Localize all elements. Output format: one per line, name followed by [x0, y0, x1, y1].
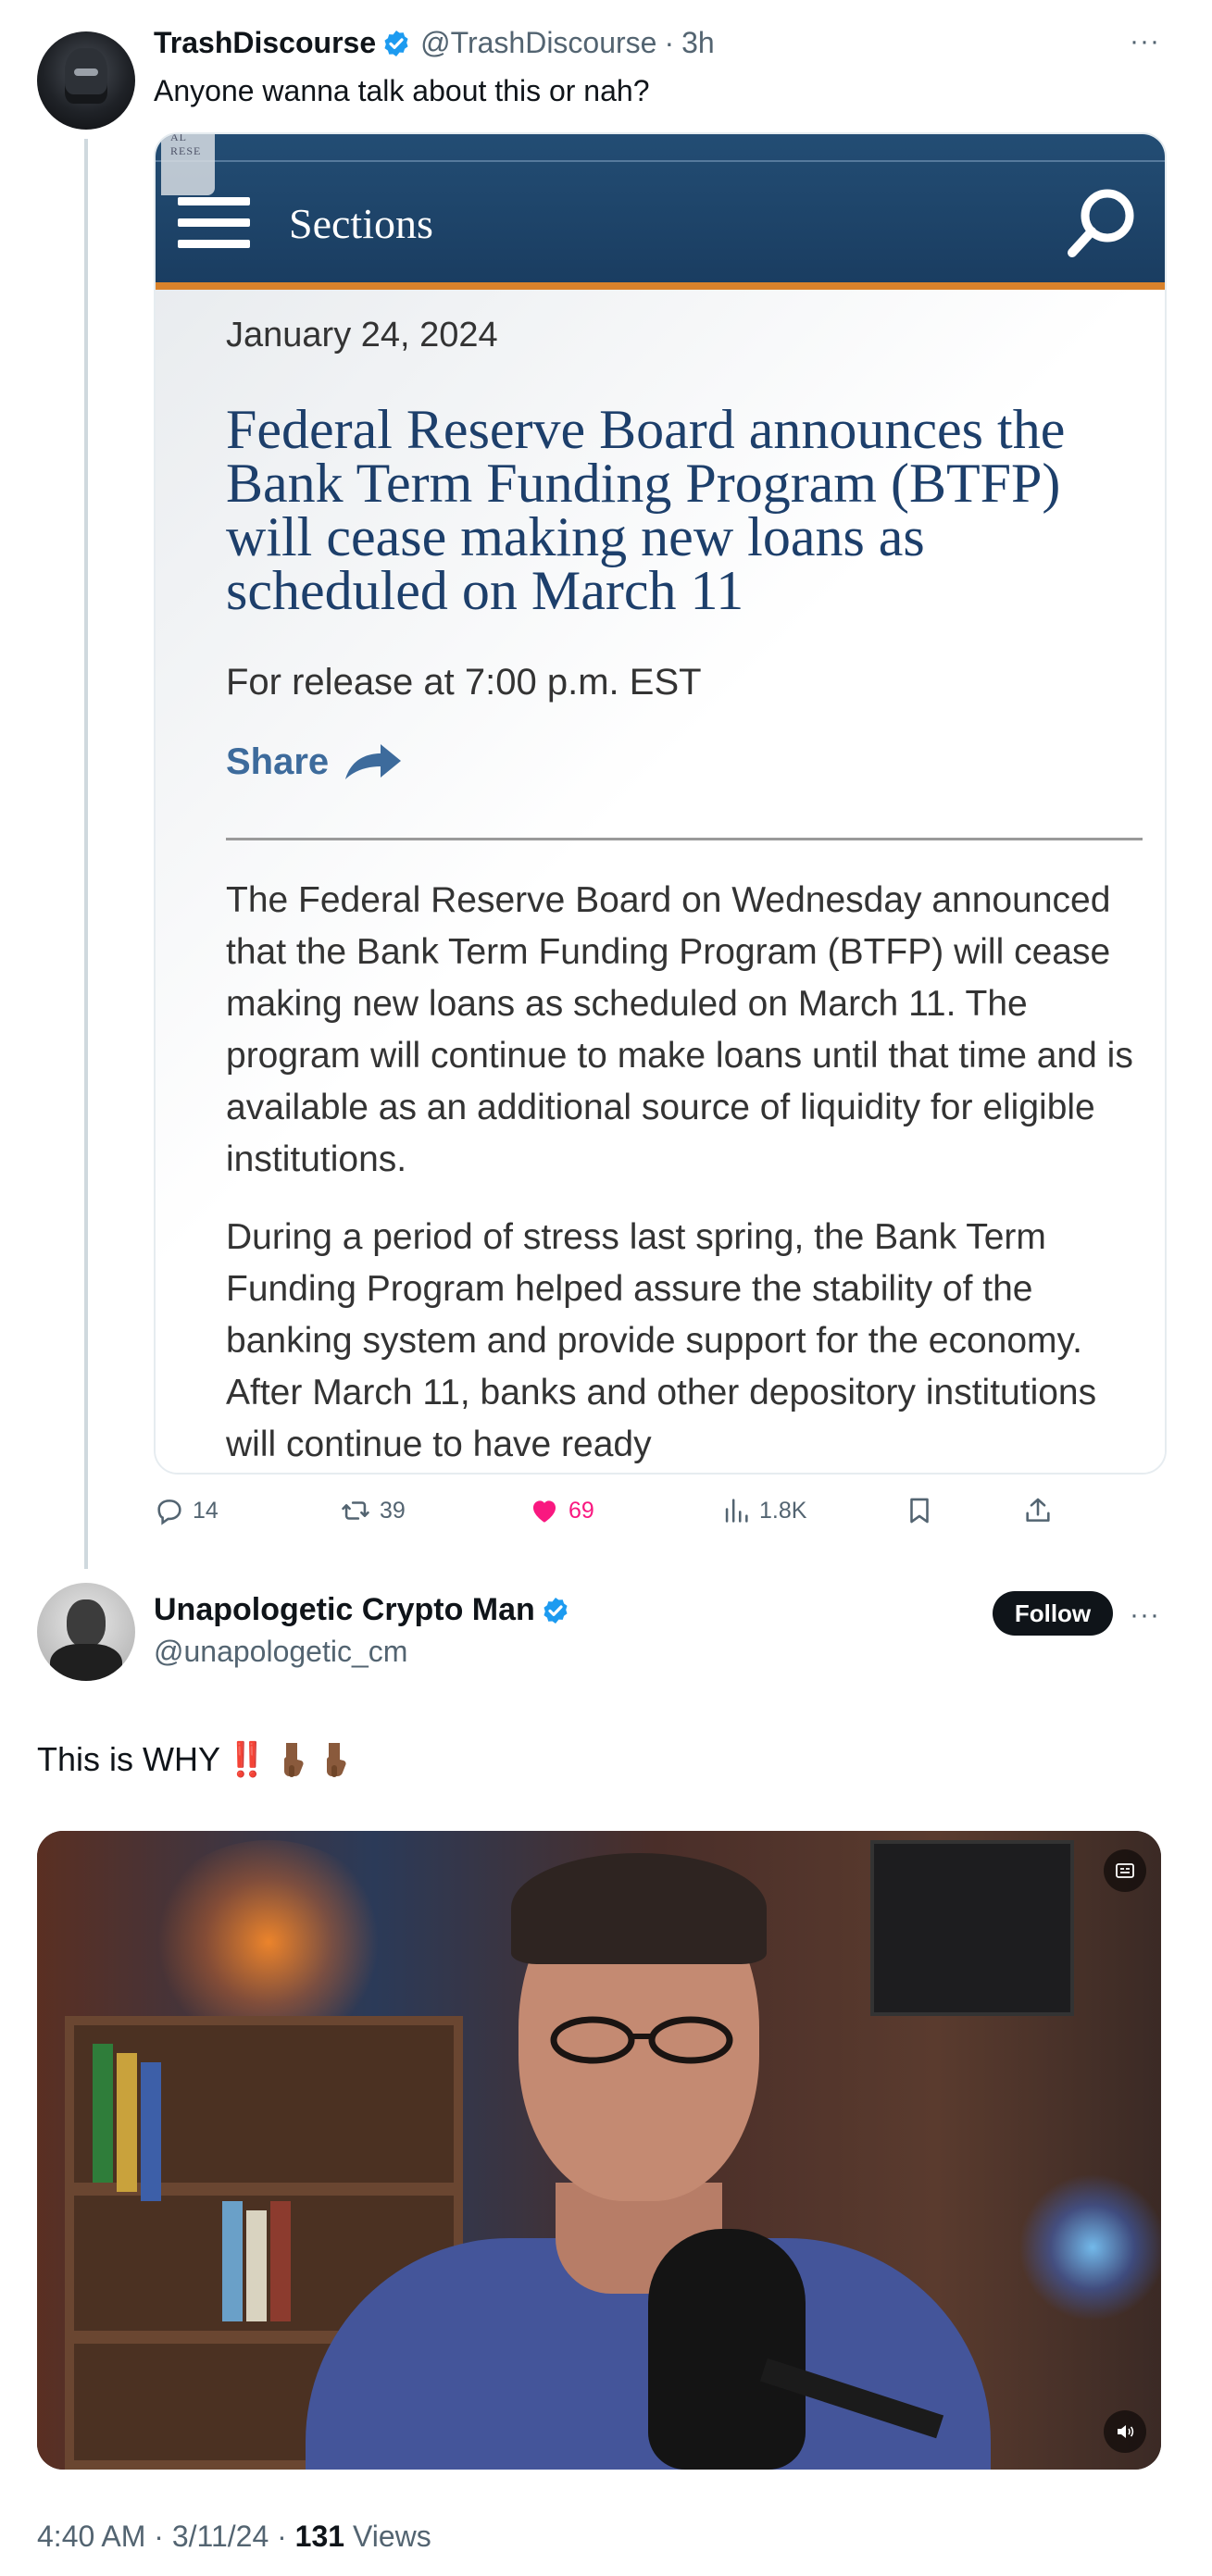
tweet1-header: TrashDiscourse @TrashDiscourse · 3h — [154, 26, 715, 60]
double-exclamation-emoji: ‼️ — [226, 1740, 268, 1778]
avatar-body — [50, 1644, 122, 1681]
tweet1-timestamp[interactable]: 3h — [681, 26, 715, 60]
video-microphone — [648, 2229, 806, 2470]
tweet1-actions: 14 39 69 1.8K — [154, 1495, 1167, 1532]
article-date: January 24, 2024 — [226, 316, 498, 355]
like-button[interactable]: 69 — [528, 1495, 594, 1526]
tweet2-header: Unapologetic Crypto Man — [154, 1592, 570, 1628]
views-button[interactable]: 1.8K — [720, 1495, 806, 1526]
post-views-label: Views — [344, 2520, 431, 2553]
tweet1-more-button[interactable]: ··· — [1130, 26, 1160, 57]
article-divider — [226, 838, 1143, 840]
tweet1-text: Anyone wanna talk about this or nah? — [154, 74, 650, 107]
thread-connector-line — [84, 139, 88, 1569]
share-button[interactable] — [1022, 1495, 1061, 1526]
tweet2-more-button[interactable]: ··· — [1130, 1599, 1160, 1631]
article-title: Federal Reserve Board announces the Bank… — [226, 399, 1066, 621]
avatar-head — [67, 1599, 106, 1648]
share-label: Share — [226, 741, 330, 782]
pointing-down-emoji-icon — [283, 1743, 304, 1777]
tweet-metadata: 4:40 AM · 3/11/24 · 131 Views — [37, 2520, 431, 2553]
views-icon — [725, 1499, 748, 1523]
article-release-time: For release at 7:00 p.m. EST — [226, 662, 702, 703]
embedded-article-image[interactable]: AL RESE Sections January 24, 2024 Federa… — [154, 132, 1167, 1475]
avatar-figure — [65, 48, 107, 104]
views-count: 1.8K — [759, 1497, 807, 1524]
bookmark-button[interactable] — [904, 1495, 943, 1526]
share-arrow-icon — [345, 743, 402, 779]
fed-site-header: AL RESE Sections — [156, 134, 1165, 282]
video-sound-icon[interactable] — [1104, 2410, 1146, 2453]
post-views-count: 131 — [294, 2520, 345, 2553]
article-paragraph-1: The Federal Reserve Board on Wednesday a… — [226, 880, 1133, 1179]
article-paragraph-2: During a period of stress last spring, t… — [226, 1217, 1097, 1464]
post-date[interactable]: 3/11/24 — [172, 2520, 269, 2553]
video-person-glasses — [550, 2016, 733, 2064]
header-strip — [156, 160, 1165, 162]
sections-label: Sections — [289, 200, 433, 247]
video-wall-frame — [870, 1840, 1074, 2016]
separator-dot: · — [664, 26, 675, 59]
repost-button[interactable]: 39 — [339, 1495, 406, 1526]
video-blue-light — [1018, 2173, 1161, 2321]
video-lamp-glow — [148, 1840, 389, 2044]
repost-count: 39 — [380, 1497, 406, 1524]
tweet2-text: This is WHY ‼️ — [37, 1740, 349, 1779]
share-icon — [1026, 1498, 1050, 1522]
reply-button[interactable]: 14 — [154, 1495, 219, 1526]
pointing-down-emoji-icon — [326, 1743, 346, 1777]
video-caption-icon[interactable] — [1104, 1849, 1146, 1892]
repost-icon — [342, 1501, 369, 1520]
reply-count: 14 — [193, 1497, 219, 1524]
verified-badge-icon — [544, 1597, 568, 1624]
heart-icon — [532, 1500, 556, 1523]
post-time[interactable]: 4:40 AM — [37, 2520, 145, 2553]
like-count: 69 — [569, 1497, 594, 1524]
hamburger-menu-icon — [178, 197, 250, 248]
fed-seal-logo: AL RESE — [161, 134, 215, 195]
avatar-visor — [74, 68, 98, 76]
search-icon — [1068, 189, 1134, 257]
verified-badge-icon — [384, 30, 408, 56]
header-accent-bar — [156, 282, 1165, 290]
avatar-trashdiscourse[interactable] — [37, 31, 135, 130]
tweet2-display-name[interactable]: Unapologetic Crypto Man — [154, 1592, 535, 1628]
reply-icon — [157, 1500, 181, 1525]
tweet1-display-name[interactable]: TrashDiscourse — [154, 26, 376, 60]
bookmark-icon — [910, 1498, 929, 1524]
tweet2-text-body: This is WHY — [37, 1740, 220, 1778]
article-share: Share — [226, 741, 403, 783]
video-player[interactable] — [37, 1831, 1161, 2470]
follow-button[interactable]: Follow — [993, 1591, 1113, 1636]
tweet1-handle[interactable]: @TrashDiscourse — [420, 26, 656, 60]
avatar-unapologetic-crypto-man[interactable] — [37, 1583, 135, 1681]
tweet2-handle[interactable]: @unapologetic_cm — [154, 1635, 407, 1669]
